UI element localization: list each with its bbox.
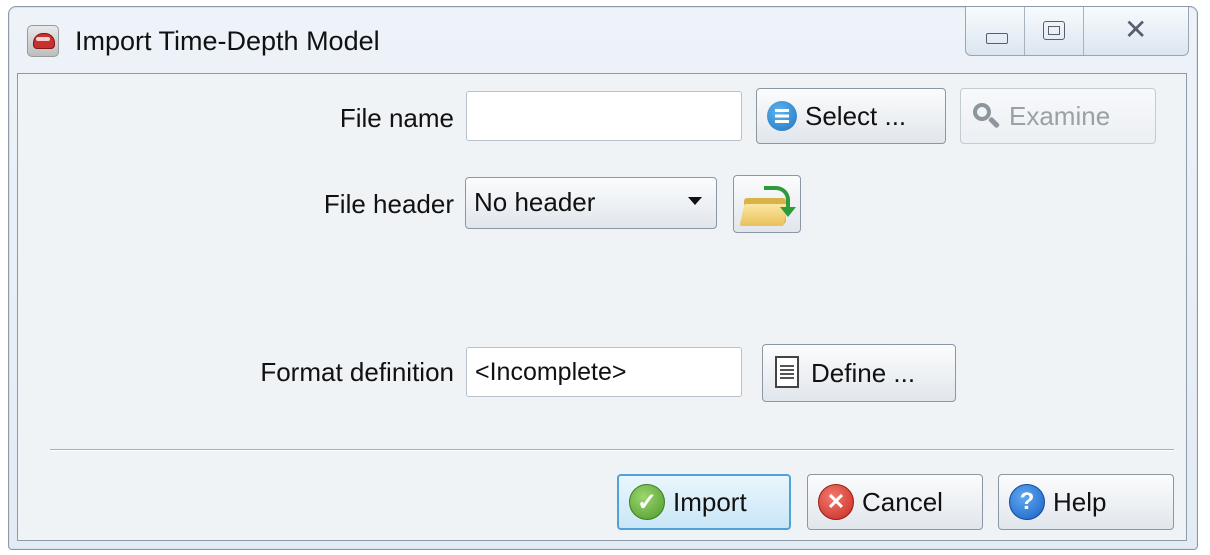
- question-icon: ?: [1009, 484, 1045, 520]
- x-icon: ✕: [818, 484, 854, 520]
- window-controls: ✕: [965, 7, 1189, 56]
- title-bar: Import Time-Depth Model ✕: [9, 7, 1197, 73]
- file-header-value: No header: [474, 187, 596, 217]
- magnifier-icon: [971, 101, 1001, 131]
- close-button[interactable]: ✕: [1083, 7, 1188, 55]
- file-name-label: File name: [339, 103, 454, 133]
- examine-button-label: Examine: [1009, 100, 1111, 131]
- maximize-button[interactable]: [1024, 7, 1083, 55]
- list-icon: [767, 101, 797, 131]
- load-header-button[interactable]: [733, 175, 801, 233]
- define-button-label: Define ...: [811, 357, 916, 388]
- dialog-content: File name Select ... Examine File header…: [17, 73, 1187, 541]
- separator: [50, 449, 1174, 451]
- format-definition-field: <Incomplete>: [466, 347, 742, 397]
- file-header-label: File header: [323, 189, 454, 219]
- help-button[interactable]: ? Help: [998, 474, 1174, 530]
- help-button-label: Help: [1053, 486, 1107, 517]
- minimize-icon: [986, 33, 1008, 44]
- import-button-label: Import: [673, 486, 747, 517]
- file-name-input[interactable]: [466, 91, 742, 141]
- close-icon: ✕: [1124, 14, 1148, 45]
- dialog-window: Import Time-Depth Model ✕ File name Sele…: [8, 6, 1198, 550]
- import-button[interactable]: ✓ Import: [617, 474, 791, 530]
- checkmark-icon: ✓: [629, 484, 665, 520]
- window-title: Import Time-Depth Model: [75, 26, 380, 56]
- document-icon: [773, 356, 803, 390]
- app-icon: [27, 25, 59, 57]
- cancel-button[interactable]: ✕ Cancel: [807, 474, 983, 530]
- define-button[interactable]: Define ...: [762, 344, 956, 402]
- format-definition-label: Format definition: [260, 357, 454, 387]
- select-button[interactable]: Select ...: [756, 88, 946, 144]
- cancel-button-label: Cancel: [862, 486, 943, 517]
- chevron-down-icon: [688, 197, 702, 205]
- folder-arrow-icon: [739, 186, 796, 226]
- examine-button[interactable]: Examine: [960, 88, 1156, 144]
- maximize-icon: [1043, 21, 1065, 40]
- select-button-label: Select ...: [805, 100, 907, 131]
- file-header-select[interactable]: No header: [465, 177, 717, 229]
- minimize-button[interactable]: [966, 7, 1024, 55]
